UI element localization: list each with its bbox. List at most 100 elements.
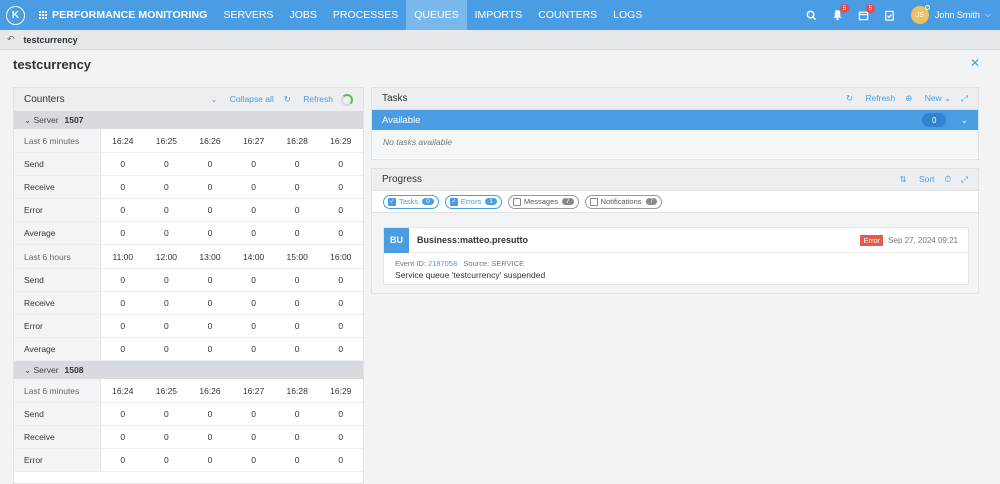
counter-value: 0 <box>120 432 126 442</box>
server-id: 1508 <box>64 365 84 375</box>
counter-value: 0 <box>164 182 169 192</box>
counters-row-label: Last 6 minutes <box>14 129 101 152</box>
counter-value: 0 <box>164 228 169 238</box>
filter-messages[interactable]: Messages 7 <box>507 194 579 209</box>
counters-row: Average 0 0 0 0 0 0 <box>14 338 363 361</box>
brand[interactable]: PERFORMANCE MONITORING <box>39 9 207 21</box>
avatar[interactable]: JS <box>910 5 930 24</box>
time-column-header: 16:25 <box>155 385 178 396</box>
counters-time-header-row: Last 6 minutes 16:24 16:25 16:26 16:27 16:28 1… <box>14 129 363 153</box>
counter-value: 0 <box>120 455 126 465</box>
counter-value: 0 <box>120 205 126 215</box>
counter-value: 0 <box>120 409 126 419</box>
counter-value: 0 <box>251 205 256 215</box>
event-source: SERVICE <box>491 259 525 268</box>
counters-time-header-row: Last 6 minutes 16:24 16:25 16:26 16:27 16:28 1… <box>14 379 363 403</box>
filter-errors[interactable]: ✓ Errors 1 <box>444 194 502 209</box>
counters-row-label: Send <box>14 153 101 175</box>
event-card[interactable]: BU Business:matteo.presutto Error Sep 27… <box>383 227 969 285</box>
counter-value: 0 <box>120 275 126 285</box>
tasks-refresh-button[interactable]: ↻ Refresh <box>846 93 895 104</box>
available-section-header[interactable]: Available 0 ⌄ <box>372 110 978 130</box>
search-icon[interactable] <box>799 0 825 30</box>
counter-value: 0 <box>294 432 300 442</box>
nav-item-processes[interactable]: PROCESSES <box>325 0 406 30</box>
progress-title: Progress <box>382 174 423 185</box>
counter-value: 0 <box>338 159 344 169</box>
time-column-header: 16:24 <box>112 135 134 146</box>
breadcrumb: ↶ testcurrency <box>0 30 1000 50</box>
filter-count: 7 <box>562 198 574 205</box>
nav-item-jobs[interactable]: JOBS <box>281 0 324 30</box>
clipboard-check-icon[interactable] <box>877 0 903 30</box>
counters-row: Error 0 0 0 0 0 0 <box>14 315 363 338</box>
calendar-icon[interactable]: 5 <box>851 0 877 30</box>
counter-value: 0 <box>338 182 344 192</box>
server-group-header[interactable]: ⌄ Server 1507 <box>14 111 363 129</box>
counters-refresh-button[interactable]: ↻ Refresh <box>284 94 333 105</box>
counter-value: 0 <box>164 159 169 169</box>
counter-value: 0 <box>338 205 344 215</box>
user-menu-chevron-down-icon[interactable]: ⌵ <box>985 10 991 20</box>
checkbox-icon[interactable] <box>512 197 521 206</box>
nav-item-queues[interactable]: QUEUES <box>406 0 467 30</box>
event-date: Sep 27, 2024 09:21 <box>888 235 958 245</box>
event-card-header: BU Business:matteo.presutto Error Sep 27… <box>384 227 968 253</box>
counter-value: 0 <box>164 432 169 442</box>
sort-button[interactable]: ⇅ Sort <box>899 174 934 185</box>
filter-label: Errors <box>460 197 482 206</box>
close-icon[interactable]: ✕ <box>970 56 980 70</box>
brand-label: PERFORMANCE MONITORING <box>52 9 208 21</box>
counters-row-label: Error <box>14 199 101 221</box>
available-count-badge: 0 <box>922 113 947 127</box>
counter-value: 0 <box>294 205 300 215</box>
counters-row: Average 0 0 0 0 0 0 <box>14 222 363 245</box>
server-group-header[interactable]: ⌄ Server 1508 <box>14 361 363 379</box>
nav-item-imports[interactable]: IMPORTS <box>467 0 531 30</box>
tasks-expand-icon[interactable]: ⤢ <box>961 93 968 104</box>
counter-value: 0 <box>251 409 256 419</box>
nav-item-logs[interactable]: LOGS <box>605 0 650 30</box>
checkbox-icon[interactable]: ✓ <box>449 197 458 206</box>
event-id-link[interactable]: 2187058 <box>428 259 457 268</box>
available-chevron-down-icon[interactable]: ⌄ <box>960 115 968 126</box>
collapse-all-button[interactable]: ⌄ Collapse all <box>210 94 273 105</box>
filter-tasks[interactable]: ✓ Tasks 0 <box>383 194 439 209</box>
progress-expand-icon[interactable]: ⤢ <box>961 174 968 185</box>
nav-item-servers[interactable]: SERVERS <box>215 0 281 30</box>
counter-value: 0 <box>207 344 213 354</box>
counter-value: 0 <box>294 159 300 169</box>
counter-value: 0 <box>251 344 256 354</box>
server-label: Server <box>33 365 59 375</box>
counters-row-label: Error <box>14 315 101 337</box>
counter-value: 0 <box>164 205 169 215</box>
filter-notifications[interactable]: Notifications 7 <box>584 194 663 209</box>
filter-count: 1 <box>485 198 497 205</box>
tasks-new-button[interactable]: ⊕ New ⌄ <box>905 93 951 104</box>
counter-value: 0 <box>251 298 256 308</box>
back-arrow-icon[interactable]: ↶ <box>7 34 15 45</box>
counter-value: 0 <box>164 409 169 419</box>
notifications-bell-icon[interactable]: 5 <box>825 0 851 30</box>
checkbox-icon[interactable]: ✓ <box>388 197 396 206</box>
counter-value: 0 <box>164 455 169 465</box>
timer-icon[interactable]: ⏱ <box>945 174 952 185</box>
tasks-new-label: New <box>924 93 942 103</box>
counter-value: 0 <box>164 275 169 285</box>
counter-value: 0 <box>338 298 344 308</box>
counter-value: 0 <box>251 321 256 331</box>
tasks-refresh-label: Refresh <box>865 93 896 103</box>
counters-row: Send 0 0 0 0 0 0 <box>14 153 363 176</box>
time-column-header: 16:26 <box>199 135 221 146</box>
time-column-header: 16:29 <box>330 385 352 396</box>
time-column-header: 16:29 <box>330 135 352 146</box>
calendar-badge: 5 <box>865 4 875 13</box>
checkbox-icon[interactable] <box>589 197 598 206</box>
counter-value: 0 <box>338 228 344 238</box>
counters-row: Send 0 0 0 0 0 0 <box>14 403 363 426</box>
notifications-badge: 5 <box>839 4 849 13</box>
online-status-dot <box>924 5 930 10</box>
nav-item-counters[interactable]: COUNTERS <box>530 0 605 30</box>
app-logo[interactable]: K <box>6 5 25 25</box>
user-name[interactable]: John Smith <box>935 10 980 20</box>
